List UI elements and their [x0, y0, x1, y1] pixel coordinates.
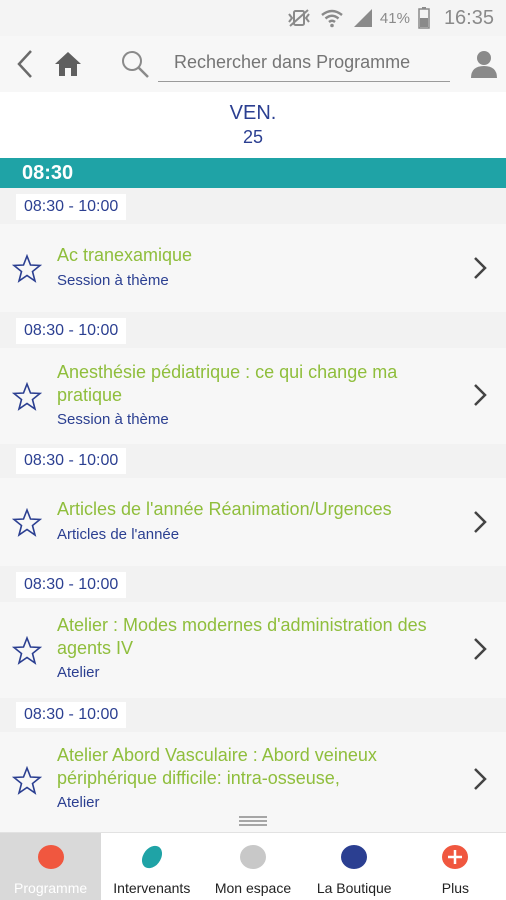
chevron-right-icon [468, 507, 492, 537]
vibrate-icon [286, 8, 312, 28]
star-icon[interactable] [11, 253, 43, 284]
intervenants-icon [139, 842, 165, 872]
search-input[interactable] [158, 44, 450, 82]
session-time: 08:30 - 10:00 [16, 448, 127, 474]
star-icon[interactable] [11, 507, 43, 538]
session-card[interactable]: Atelier : Modes modernes d'administratio… [0, 602, 506, 698]
session-title: Atelier : Modes modernes d'administratio… [57, 615, 427, 658]
nav-label: La Boutique [316, 880, 392, 896]
drag-handle-icon[interactable] [0, 810, 506, 832]
session-title: Articles de l'année Réanimation/Urgences [57, 499, 392, 519]
session-type: Session à thème [57, 272, 169, 289]
la-boutique-icon [341, 845, 368, 869]
star-icon[interactable] [11, 635, 43, 666]
day-header[interactable]: VEN. 25 [0, 92, 506, 158]
battery-percent: 41% [379, 9, 410, 27]
programme-icon [37, 845, 64, 869]
session-time: 08:30 - 10:00 [16, 318, 127, 344]
session-card[interactable]: Atelier Abord Vasculaire : Abord veineux… [0, 732, 506, 810]
profile-icon[interactable] [466, 44, 502, 84]
clock: 16:35 [443, 6, 494, 29]
nav-mon-espace[interactable]: Mon espace [202, 833, 303, 900]
nav-label: Programme [14, 880, 88, 896]
session-type: Session à thème [57, 411, 169, 428]
battery-icon [418, 7, 430, 29]
wifi-icon [320, 8, 344, 28]
home-icon[interactable] [50, 44, 86, 84]
signal-icon [352, 8, 374, 28]
session-type: Atelier [57, 664, 100, 681]
back-icon[interactable] [8, 44, 42, 84]
session-card[interactable]: Articles de l'année Réanimation/Urgences… [0, 478, 506, 566]
session-card[interactable]: Anesthésie pédiatrique : ce qui change m… [0, 348, 506, 444]
nav-intervenants[interactable]: Intervenants [101, 833, 202, 900]
star-icon[interactable] [11, 765, 43, 796]
nav-label: Plus [441, 880, 470, 896]
session-list[interactable]: 08:30 - 10:00 Ac tranexamique Session à … [0, 188, 506, 810]
bottom-nav: Programme Intervenants Mon espace La Bou… [0, 832, 506, 900]
session-title: Atelier Abord Vasculaire : Abord veineux… [57, 745, 377, 788]
session-time: 08:30 - 10:00 [16, 572, 127, 598]
nav-label: Intervenants [113, 880, 191, 896]
session-type: Atelier [57, 794, 100, 810]
chevron-right-icon [468, 380, 492, 410]
session-type: Articles de l'année [57, 526, 180, 543]
chevron-right-icon [468, 253, 492, 283]
session-card[interactable]: Ac tranexamique Session à thème [0, 224, 506, 312]
time-section-header: 08:30 [0, 158, 506, 188]
nav-programme[interactable]: Programme [0, 833, 102, 900]
session-time: 08:30 - 10:00 [16, 702, 127, 728]
plus-icon [442, 845, 469, 869]
status-bar: 41% 16:35 [0, 0, 506, 36]
day-name: VEN. [229, 102, 277, 124]
session-title: Ac tranexamique [57, 245, 193, 265]
chevron-right-icon [468, 634, 492, 664]
nav-la-boutique[interactable]: La Boutique [304, 833, 405, 900]
search-icon[interactable] [117, 44, 153, 84]
mon-espace-icon [240, 845, 266, 869]
day-number: 25 [242, 127, 264, 147]
session-time: 08:30 - 10:00 [16, 194, 127, 220]
chevron-right-icon [468, 764, 492, 794]
nav-plus[interactable]: Plus [405, 833, 506, 900]
nav-label: Mon espace [214, 880, 292, 896]
star-icon[interactable] [11, 381, 43, 412]
session-title: Anesthésie pédiatrique : ce qui change m… [57, 362, 398, 405]
top-bar [0, 36, 506, 92]
